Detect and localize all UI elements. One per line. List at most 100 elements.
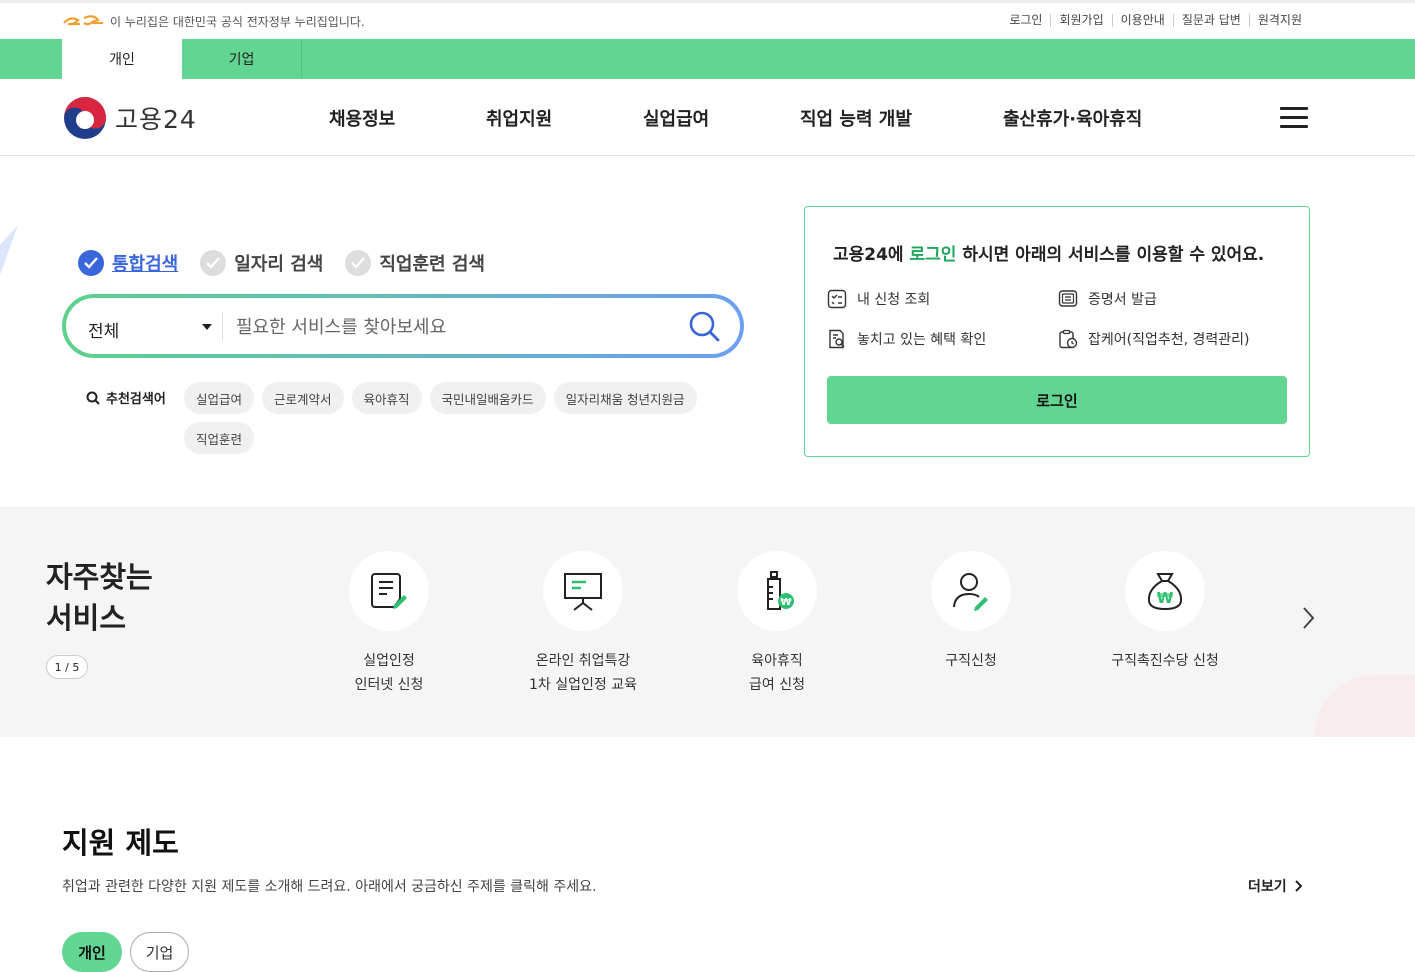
support-section-title: 지원 제도	[62, 826, 179, 860]
tab-label: 통합검색	[112, 254, 179, 275]
gov-notice: 이 누리집은 대한민국 공식 전자정부 누리집입니다.	[62, 13, 365, 30]
hamburger-menu-icon[interactable]	[1280, 107, 1308, 129]
search-icon[interactable]	[688, 310, 720, 342]
clipboard-clock-icon	[1059, 329, 1078, 349]
baby-bottle-won-icon: ₩	[767, 571, 794, 610]
money-bag-won-icon: ₩	[1147, 573, 1183, 611]
search-type-tabs: 통합검색 일자리 검색 직업훈련 검색	[78, 250, 507, 276]
service-label-line-2: 급여 신청	[749, 677, 805, 693]
service-card-parental-leave-benefit[interactable]: ₩ 육아휴직 급여 신청	[687, 551, 867, 697]
reco-label: 추천검색어	[86, 388, 166, 407]
service-card-online-lecture[interactable]: 온라인 취업특강 1차 실업인정 교육	[493, 551, 673, 697]
frequent-services: 자주찾는 서비스 1 / 5 실업인정 인터넷 신청 온라인 취업특강 1차 실…	[0, 507, 1415, 737]
check-icon	[200, 250, 227, 276]
nav-item-parental-leave[interactable]: 출산휴가·육아휴직	[1003, 105, 1142, 131]
egov-logo	[63, 14, 103, 25]
service-label-line-1: 육아휴직	[751, 653, 803, 669]
site-logo-text: 고용24	[115, 105, 197, 134]
search-box: 전체	[62, 294, 744, 358]
tab-label: 일자리 검색	[234, 254, 324, 275]
service-label: 온라인 취업특강 1차 실업인정 교육	[493, 649, 673, 697]
support-tab-business[interactable]: 기업	[130, 932, 189, 972]
service-label: 내 신청 조회	[857, 292, 931, 308]
service-icon-circle: ₩	[1125, 551, 1205, 631]
check-icon	[345, 250, 372, 276]
carousel-pager: 1 / 5	[46, 655, 88, 679]
service-my-applications[interactable]: 내 신청 조회	[827, 289, 930, 309]
login-prompt-box: 고용24에 로그인 하시면 아래의 서비스를 이용할 수 있어요. 내 신청 조…	[804, 206, 1310, 457]
service-label-line-1: 구직촉진수당 신청	[1111, 653, 1219, 669]
title-highlight: 로그인	[909, 245, 957, 265]
gov-notice-text: 이 누리집은 대한민국 공식 전자정부 누리집입니다.	[110, 15, 365, 29]
support-tab-personal[interactable]: 개인	[62, 932, 122, 972]
service-jobcare[interactable]: 잡케어(직업추천, 경력관리)	[1058, 329, 1250, 349]
service-label-line-2: 1차 실업인정 교육	[529, 677, 637, 693]
service-icon-circle	[349, 551, 429, 631]
util-link-login[interactable]: 로그인	[1001, 14, 1050, 27]
search-scope-select[interactable]: 전체	[88, 317, 119, 342]
tab-training-search[interactable]: 직업훈련 검색	[345, 250, 485, 276]
service-missed-benefits[interactable]: 놓치고 있는 혜택 확인	[827, 329, 986, 349]
keyword-chip[interactable]: 직업훈련	[184, 422, 255, 454]
tab-job-search[interactable]: 일자리 검색	[200, 250, 323, 276]
nav-item-skill-development[interactable]: 직업 능력 개발	[800, 105, 912, 131]
nav-item-employment-support[interactable]: 취업지원	[486, 105, 552, 131]
service-label: 놓치고 있는 혜택 확인	[857, 332, 987, 348]
service-icon-circle	[931, 551, 1011, 631]
divider	[222, 312, 223, 340]
keyword-chip[interactable]: 실업급여	[184, 382, 255, 414]
service-label-line-1: 온라인 취업특강	[535, 653, 631, 669]
caret-down-icon[interactable]	[202, 324, 212, 330]
more-link[interactable]: 더보기	[1248, 876, 1305, 896]
service-icon-circle	[543, 551, 623, 631]
chevron-right-icon	[1294, 880, 1303, 892]
tab-business[interactable]: 기업	[182, 39, 302, 79]
service-label-line-2: 인터넷 신청	[354, 677, 424, 693]
service-icon-circle: ₩	[737, 551, 817, 631]
util-link-remote[interactable]: 원격지원	[1248, 14, 1310, 27]
service-card-unemployment-recognition[interactable]: 실업인정 인터넷 신청	[299, 551, 479, 697]
tab-label: 직업훈련 검색	[379, 254, 485, 275]
check-icon	[78, 250, 104, 276]
certificate-icon	[1058, 290, 1078, 307]
nav-item-unemployment-benefit[interactable]: 실업급여	[643, 105, 709, 131]
tab-personal[interactable]: 개인	[62, 39, 182, 79]
keyword-chip[interactable]: 일자리채움 청년지원금	[553, 382, 697, 414]
site-logo[interactable]: 고용24	[63, 96, 197, 140]
svg-text:₩: ₩	[1157, 589, 1174, 607]
service-label-line-1: 구직신청	[945, 653, 997, 669]
title-line-1: 자주찾는	[46, 560, 153, 594]
chevron-right-icon[interactable]	[1300, 605, 1318, 631]
left-decoration	[0, 225, 18, 275]
tab-integrated-search[interactable]: 통합검색	[78, 250, 178, 276]
keyword-chip[interactable]: 근로계약서	[262, 382, 344, 414]
service-certificate[interactable]: 증명서 발급	[1058, 289, 1157, 309]
util-link-guide[interactable]: 이용안내	[1111, 14, 1173, 27]
nav-item-jobs[interactable]: 채용정보	[329, 105, 395, 131]
keyword-chip[interactable]: 국민내일배움카드	[429, 382, 546, 414]
background-decoration	[1315, 675, 1415, 737]
document-search-icon	[829, 329, 845, 349]
login-button[interactable]: 로그인	[827, 376, 1287, 424]
taegeuk-logo-icon	[64, 97, 106, 139]
title-pre: 고용24에	[833, 245, 910, 265]
service-label-line-1: 실업인정	[363, 653, 415, 669]
site-header: 고용24 채용정보 취업지원 실업급여 직업 능력 개발 출산휴가·육아휴직	[0, 79, 1415, 156]
more-label: 더보기	[1248, 879, 1287, 895]
utility-bar: 이 누리집은 대한민국 공식 전자정부 누리집입니다. 로그인 회원가입 이용안…	[0, 0, 1415, 40]
search-icon	[86, 391, 100, 405]
frequent-services-title: 자주찾는 서비스	[46, 557, 153, 639]
service-label: 실업인정 인터넷 신청	[299, 649, 479, 697]
search-input[interactable]	[236, 312, 676, 342]
service-card-job-seeking-allowance[interactable]: ₩ 구직촉진수당 신청	[1075, 551, 1255, 673]
keyword-chip[interactable]: 육아휴직	[351, 382, 422, 414]
person-pen-icon	[953, 573, 988, 611]
service-label: 잡케어(직업추천, 경력관리)	[1088, 332, 1250, 348]
service-label: 증명서 발급	[1088, 292, 1157, 308]
service-card-job-application[interactable]: 구직신청	[881, 551, 1061, 673]
presentation-board-icon	[564, 573, 602, 611]
checklist-icon	[827, 289, 847, 309]
document-pen-icon	[371, 573, 407, 609]
util-link-signup[interactable]: 회원가입	[1050, 14, 1111, 27]
util-link-qna[interactable]: 질문과 답변	[1172, 14, 1249, 27]
